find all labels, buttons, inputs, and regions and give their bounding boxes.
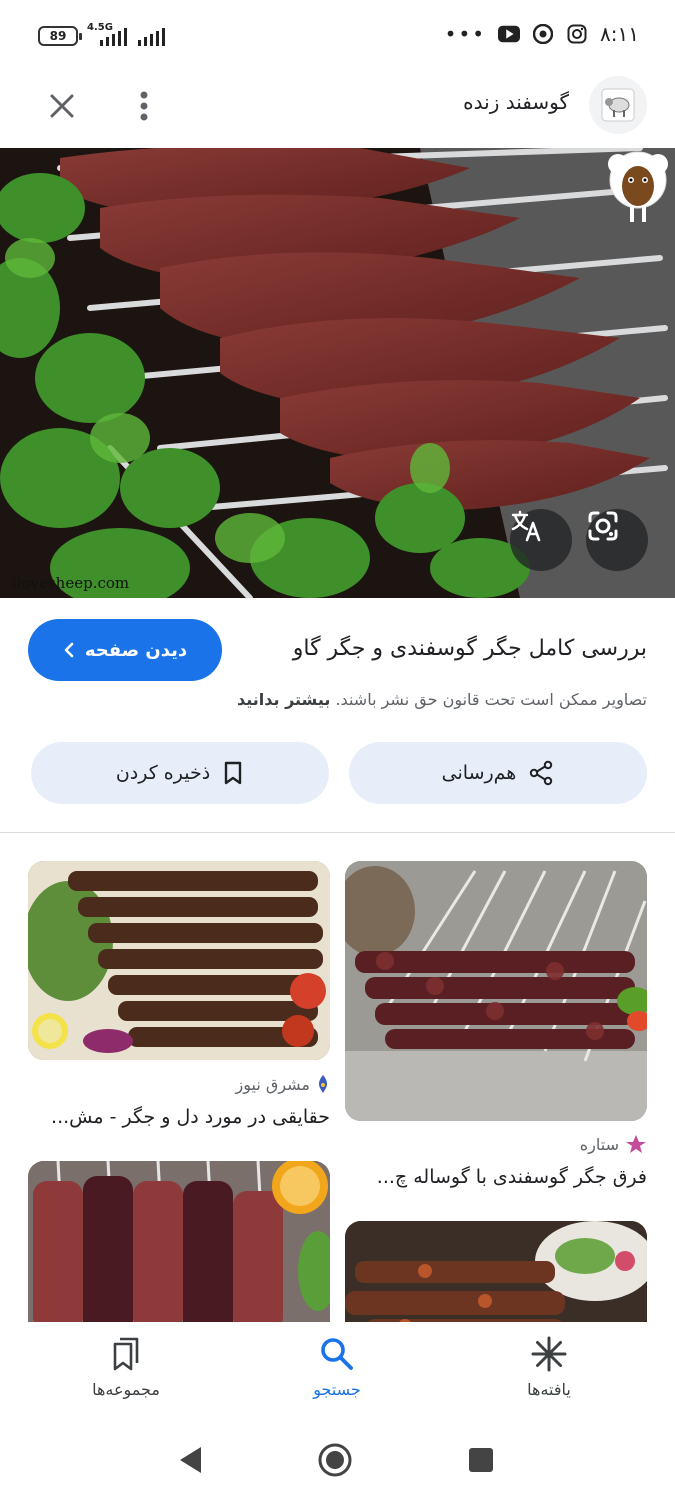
image-watermark: ilovesheep.com (12, 574, 130, 592)
nav-collections-label: مجموعه‌ها (92, 1380, 160, 1399)
hero-image[interactable]: ilovesheep.com (0, 148, 675, 598)
bookmarks-icon (113, 1337, 139, 1371)
related-source-2: ستاره (580, 1134, 647, 1154)
related-image-2[interactable] (345, 861, 647, 1121)
kebab-thumbnail-3 (28, 1161, 330, 1341)
system-nav-bar (0, 1422, 675, 1500)
nav-discover-label: یافته‌ها (527, 1380, 571, 1399)
status-right: ••• ۸:۱۱ (445, 22, 639, 46)
related-title-2[interactable]: فرق جگر گوسفندی با گوساله چ... (377, 1166, 647, 1188)
chevron-left-icon (64, 642, 74, 658)
divider (0, 832, 675, 833)
search-icon (321, 1338, 353, 1370)
kebab-thumbnail-1 (28, 861, 330, 1060)
bookmark-icon (224, 761, 242, 785)
visit-page-button[interactable]: دیدن صفحه (28, 619, 222, 681)
related-image-1[interactable] (28, 861, 330, 1060)
system-back-button[interactable] (170, 1440, 210, 1480)
share-icon (530, 760, 553, 786)
related-source-name: ستاره (579, 1134, 619, 1154)
bottom-nav: مجموعه‌ها جستجو یافته‌ها (0, 1322, 675, 1422)
more-notifications: ••• (444, 22, 487, 46)
signal-icon-2 (138, 28, 165, 46)
save-label: ذخیره کردن (115, 762, 211, 784)
setare-logo-icon (626, 1135, 646, 1153)
site-favicon[interactable] (589, 76, 647, 134)
translate-button[interactable] (510, 509, 572, 571)
status-bar: 89 4.5G ••• ۸:۱۱ (0, 0, 675, 72)
learn-more-link[interactable]: بیشتر بدانید (237, 690, 330, 709)
related-source-1: مشرق نیوز (236, 1074, 330, 1094)
youtube-icon (498, 23, 521, 45)
more-options-button[interactable] (122, 84, 166, 128)
kebab-photo (0, 148, 675, 598)
result-title[interactable]: بررسی کامل جگر گوسفندی و جگر گاو (247, 636, 647, 661)
more-vert-icon (140, 91, 148, 121)
translate-icon (511, 510, 541, 542)
related-source-name: مشرق نیوز (235, 1074, 310, 1094)
share-label: هم‌رسانی (441, 762, 517, 784)
related-title-1[interactable]: حقایقی در مورد دل و جگر - مش... (51, 1106, 330, 1128)
kebab-thumbnail (345, 861, 647, 1121)
copyright-notice: تصاویر ممکن است تحت قانون حق نشر باشند. … (27, 690, 647, 709)
asterisk-icon (531, 1336, 567, 1372)
mashregh-logo-icon (319, 1075, 327, 1093)
instagram-icon (566, 23, 588, 45)
nav-discover[interactable]: یافته‌ها (469, 1336, 629, 1416)
battery-indicator: 89 (38, 26, 82, 46)
nav-search-label: جستجو (313, 1380, 361, 1399)
site-name[interactable]: گوسفند زنده (463, 90, 569, 114)
related-image-3[interactable] (28, 1161, 330, 1341)
header: گوسفند زنده (0, 72, 675, 148)
chrome-icon (532, 23, 554, 45)
share-button[interactable]: هم‌رسانی (349, 742, 647, 804)
home-circle-icon (318, 1443, 352, 1477)
visit-page-label: دیدن صفحه (84, 639, 188, 661)
system-recents-button[interactable] (461, 1440, 501, 1480)
nav-search[interactable]: جستجو (257, 1336, 417, 1416)
close-button[interactable] (40, 84, 84, 128)
save-button[interactable]: ذخیره کردن (31, 742, 329, 804)
google-lens-icon (588, 511, 618, 541)
nav-collections[interactable]: مجموعه‌ها (46, 1336, 206, 1416)
lens-button[interactable] (586, 509, 648, 571)
clock: ۸:۱۱ (600, 22, 639, 46)
signal-icon (100, 28, 127, 46)
copyright-text: تصاویر ممکن است تحت قانون حق نشر باشند. (335, 690, 647, 709)
close-icon (50, 94, 74, 118)
recents-square-icon (469, 1448, 493, 1472)
system-home-button[interactable] (315, 1440, 355, 1480)
back-triangle-icon (180, 1447, 201, 1473)
sheep-icon (601, 88, 635, 122)
